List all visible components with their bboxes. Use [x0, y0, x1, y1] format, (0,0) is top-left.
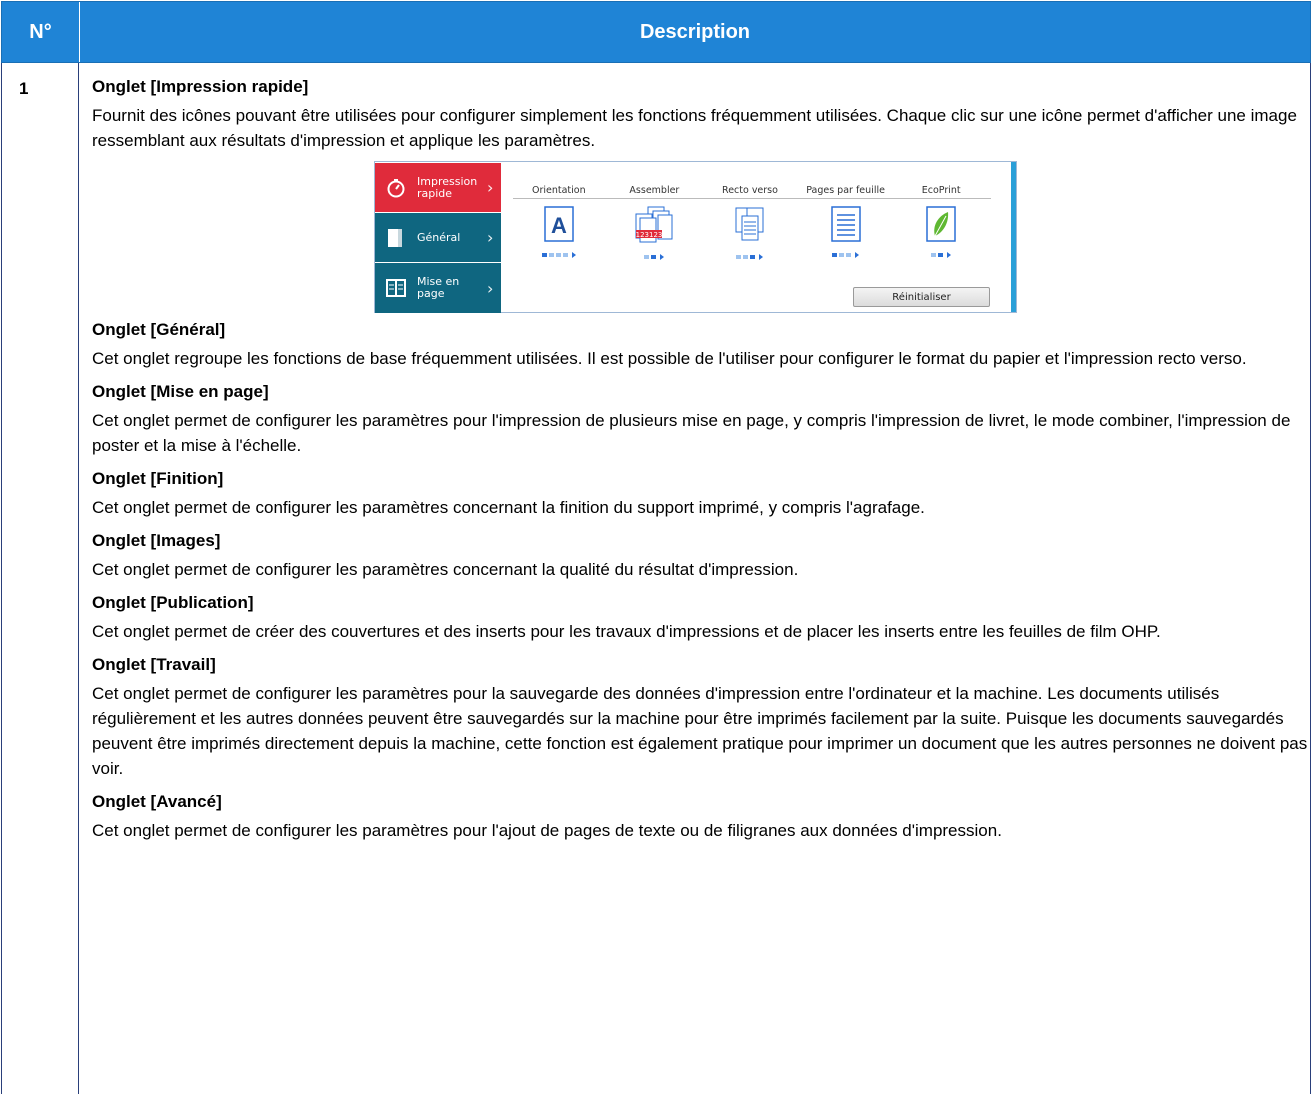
section-text: Cet onglet permet de configurer les para…: [92, 498, 925, 517]
svg-text:123123: 123123: [636, 231, 663, 239]
tab-label: Général: [417, 230, 461, 244]
collate-icon: 123123: [635, 206, 673, 243]
table-border-right: [1310, 63, 1311, 1094]
row-description: Onglet [Impression rapide] Fournit des i…: [92, 74, 1308, 851]
tab-label: Mise en page: [417, 275, 460, 300]
table-column-divider: [78, 63, 79, 1094]
quick-print-icons: A 123123: [511, 206, 989, 260]
header-number: N°: [2, 2, 80, 62]
section-title: Onglet [Général]: [92, 320, 226, 339]
chevron-right-icon: ›: [487, 228, 494, 247]
section-title: Onglet [Publication]: [92, 593, 254, 612]
section-text: Cet onglet permet de configurer les para…: [92, 684, 1308, 778]
duplex-icon: [735, 207, 764, 241]
tab-label: Impression rapide: [417, 174, 478, 200]
table-border-left: [1, 63, 2, 1094]
orientation-option[interactable]: A: [511, 206, 607, 260]
table-header: N° Description: [1, 1, 1311, 63]
chevron-right-icon: ›: [487, 178, 494, 197]
section-title: Onglet [Images]: [92, 531, 221, 550]
stopwatch-icon: [385, 177, 407, 199]
window-edge: [1011, 162, 1016, 312]
column-pages-par-feuille: Pages par feuille: [806, 185, 885, 196]
section-title: Onglet [Finition]: [92, 469, 224, 488]
option-indicator: [644, 254, 665, 260]
column-ecoprint: EcoPrint: [921, 185, 961, 196]
header-description: Description: [639, 20, 751, 43]
section-text: Cet onglet permet de configurer les para…: [92, 411, 1291, 455]
option-indicator: [832, 252, 860, 258]
page-icon: [385, 227, 407, 249]
duplex-option[interactable]: [702, 206, 798, 260]
tab-mise-en-page[interactable]: Mise en page ›: [375, 263, 501, 313]
tab-impression-rapide[interactable]: Impression rapide ›: [375, 163, 501, 212]
layout-icon: [385, 277, 407, 299]
ecoprint-option[interactable]: [893, 206, 989, 260]
column-recto-verso: Recto verso: [722, 185, 778, 196]
section-title: Onglet [Impression rapide]: [92, 77, 309, 96]
option-indicator: [931, 252, 952, 258]
pages-per-sheet-option[interactable]: [798, 206, 894, 260]
pages-per-sheet-icon: [830, 206, 861, 242]
reset-button[interactable]: Réinitialiser: [853, 287, 990, 307]
driver-screenshot: Impression rapide › Général › Mise en pa…: [374, 161, 1017, 313]
column-assembler: Assembler: [629, 185, 680, 196]
divider: [513, 198, 991, 199]
section-text: Cet onglet permet de configurer les para…: [92, 821, 1002, 840]
section-text: Cet onglet regroupe les fonctions de bas…: [92, 349, 1247, 368]
leaf-icon: [926, 206, 956, 242]
section-text: Cet onglet permet de configurer les para…: [92, 560, 799, 579]
tab-general[interactable]: Général ›: [375, 213, 501, 262]
svg-text:A: A: [551, 213, 567, 238]
orientation-icon: A: [544, 206, 574, 242]
description-table: N° Description 1 Onglet [Impression rapi…: [1, 1, 1311, 1094]
section-title: Onglet [Travail]: [92, 655, 216, 674]
row-number: 1: [19, 79, 29, 98]
column-orientation: Orientation: [531, 185, 586, 196]
section-title: Onglet [Mise en page]: [92, 382, 269, 401]
chevron-right-icon: ›: [487, 278, 494, 298]
collate-option[interactable]: 123123: [607, 206, 703, 260]
quick-print-columns: Orientation Assembler Recto verso Pages …: [511, 178, 989, 203]
section-title: Onglet [Avancé]: [92, 792, 222, 811]
option-indicator: [541, 252, 576, 258]
section-text: Cet onglet permet de créer des couvertur…: [92, 622, 1161, 641]
option-indicator: [736, 254, 764, 260]
section-text: Fournit des icônes pouvant être utilisée…: [92, 106, 1297, 150]
